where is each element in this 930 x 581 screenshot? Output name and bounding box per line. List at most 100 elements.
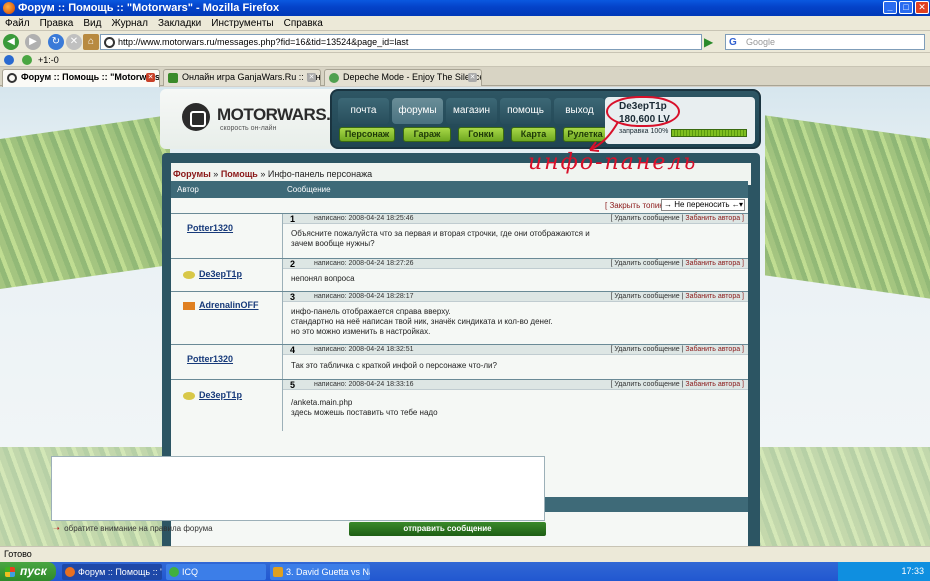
forward-icon[interactable]: ▶ [25, 34, 41, 50]
url-text: http://www.motorwars.ru/messages.php?fid… [118, 37, 409, 47]
topic-tools: [ Закрыть топик ] → Не переносить ← ▾ [171, 198, 748, 213]
bookmarks-toolbar: +1:-0 [0, 53, 930, 67]
taskbar-item-firefox[interactable]: Форум :: Помощь :: "M... [62, 564, 162, 580]
windows-taskbar: пуск Форум :: Помощь :: "M... ICQ 3. Dav… [0, 562, 930, 581]
post-row: AdrenalinOFF 3 написано: 2008-04-24 18:28… [171, 291, 748, 344]
table-header: Автор Сообщение [171, 181, 748, 198]
post-author-cell: De3epT1p [171, 380, 283, 431]
post-author-link[interactable]: Potter1320 [187, 354, 233, 364]
forum-rules-text: обратите внимание на правила форума [64, 524, 213, 533]
post-line: но это можно изменить в настройках. [291, 327, 431, 336]
ban-author-link[interactable]: Забанить автора ] [685, 381, 744, 388]
menu-bar: Файл Правка Вид Журнал Закладки Инструменты Сп… [0, 16, 930, 31]
back-icon[interactable]: ◀ [3, 34, 19, 50]
post-header: 5 написано: 2008-04-24 18:33:16 [ Удалить … [283, 380, 748, 390]
post-author-link[interactable]: AdrenalinOFF [199, 300, 259, 310]
forum-posts-table: Автор Сообщение [ Закрыть топик ] → Не п… [171, 181, 748, 431]
ban-author-link[interactable]: Забанить автора ] [685, 215, 744, 222]
delete-post-link[interactable]: [ Удалить сообщение [611, 381, 680, 388]
ban-author-link[interactable]: Забанить автора ] [685, 346, 744, 353]
menu-file[interactable]: Файл [0, 16, 35, 31]
post-actions: [ Удалить сообщение | Забанить автора ] [610, 215, 745, 222]
close-button[interactable]: ✕ [915, 1, 929, 14]
breadcrumb-forums-link[interactable]: Форумы [173, 169, 211, 179]
tab-forum[interactable]: Форум :: Помощь :: "Motorwars" ✕ [2, 69, 160, 87]
post-line: непонял вопроса [291, 274, 355, 283]
search-input[interactable]: G Google [725, 34, 925, 50]
tab-ganjawars[interactable]: Онлайн игра GanjaWars.Ru :: Гандюба... ✕ [163, 69, 321, 86]
nav-shop-button[interactable]: магазин [446, 98, 497, 124]
home-icon[interactable]: ⌂ [83, 34, 99, 50]
delete-post-link[interactable]: [ Удалить сообщение [611, 260, 680, 267]
close-topic-link[interactable]: [ Закрыть топик ] [605, 201, 667, 210]
post-message: непонял вопроса [291, 274, 355, 284]
tab-close-icon[interactable]: ✕ [468, 73, 477, 82]
delete-post-link[interactable]: [ Удалить сообщение [611, 346, 680, 353]
move-topic-select[interactable]: → Не переносить ← ▾ [661, 199, 745, 211]
nav-forums-button[interactable]: форумы [392, 98, 443, 124]
header-message: Сообщение [287, 185, 331, 194]
nav-help-button[interactable]: помощь [500, 98, 551, 124]
ban-author-link[interactable]: Забанить автора ] [685, 293, 744, 300]
tab-favicon-icon [168, 73, 178, 83]
stop-icon[interactable]: ✕ [66, 34, 82, 50]
go-icon[interactable]: ▶ [704, 34, 718, 50]
maximize-button[interactable]: □ [899, 1, 913, 14]
menu-help[interactable]: Справка [279, 16, 328, 31]
nav-mail-button[interactable]: почта [338, 98, 389, 124]
delete-post-link[interactable]: [ Удалить сообщение [611, 293, 680, 300]
start-button[interactable]: пуск [0, 562, 56, 581]
nav-garage-button[interactable]: Гараж [403, 127, 451, 142]
post-line: зачем вообще нужны? [291, 239, 375, 248]
post-header: 1 написано: 2008-04-24 18:25:46 [ Удалить … [283, 214, 748, 224]
nav-map-button[interactable]: Карта [511, 127, 556, 142]
menu-bookmarks[interactable]: Закладки [153, 16, 206, 31]
post-author-cell: De3epT1p [171, 259, 283, 291]
message-textarea[interactable] [51, 456, 545, 521]
fuel-bar [671, 129, 747, 137]
send-message-button[interactable]: отправить сообщение [349, 522, 546, 536]
tab-close-icon[interactable]: ✕ [307, 73, 316, 82]
taskbar-item-player[interactable]: 3. David Guetta vs Nari... [270, 564, 370, 580]
breadcrumb-help-link[interactable]: Помощь [221, 169, 258, 179]
taskbar-item-icq[interactable]: ICQ [166, 564, 266, 580]
menu-view[interactable]: Вид [78, 16, 106, 31]
ban-author-link[interactable]: Забанить автора ] [685, 260, 744, 267]
post-actions: [ Удалить сообщение | Забанить автора ] [610, 381, 745, 388]
reload-icon[interactable]: ↻ [48, 34, 64, 50]
chevron-down-icon: ▾ [738, 200, 743, 209]
nav-character-button[interactable]: Персонаж [339, 127, 395, 142]
window-title-bar[interactable]: Форум :: Помощь :: "Motorwars" - Mozilla… [0, 0, 930, 16]
url-bar[interactable]: http://www.motorwars.ru/messages.php?fid… [100, 34, 702, 50]
addon-icon[interactable] [22, 55, 32, 65]
taskbar-label: ICQ [182, 567, 199, 577]
move-topic-value: → Не переносить ← [664, 200, 740, 209]
minimize-button[interactable]: _ [883, 1, 897, 14]
menu-edit[interactable]: Правка [35, 16, 79, 31]
post-actions: [ Удалить сообщение | Забанить автора ] [610, 293, 745, 300]
post-author-link[interactable]: Potter1320 [187, 223, 233, 233]
post-header: 3 написано: 2008-04-24 18:28:17 [ Удалить … [283, 292, 748, 302]
forum-rules-link[interactable]: ➝ обратите внимание на правила форума [53, 524, 213, 533]
icq-icon [169, 567, 179, 577]
menu-tools[interactable]: Инструменты [206, 16, 278, 31]
fuel-label: заправка 100% [619, 128, 669, 135]
decorative-grass-left [0, 115, 170, 289]
breadcrumb-topic: Инфо-панель персонажа [267, 169, 373, 179]
post-line: Объясните пожалуйста что за первая и вто… [291, 229, 590, 238]
decorative-grass-right [765, 115, 930, 299]
post-date: написано: 2008-04-24 18:33:16 [314, 381, 414, 388]
delete-post-link[interactable]: [ Удалить сообщение [611, 215, 680, 222]
tab-label: Онлайн игра GanjaWars.Ru :: Гандюба... [182, 72, 320, 82]
post-author-link[interactable]: De3epT1p [199, 390, 242, 400]
menu-history[interactable]: Журнал [106, 16, 153, 31]
status-text: Готово [4, 549, 32, 559]
post-line: здесь можешь поставить что тебе надо [291, 408, 438, 417]
tab-depeche-mode[interactable]: Depeche Mode - Enjoy The Silence [Vin...… [324, 69, 482, 86]
nav-races-button[interactable]: Гонки [458, 127, 504, 142]
bookmark-icon[interactable] [4, 55, 14, 65]
post-author-link[interactable]: De3epT1p [199, 269, 242, 279]
post-date: написано: 2008-04-24 18:27:26 [314, 260, 414, 267]
addon-label[interactable]: +1:-0 [38, 53, 59, 67]
tab-close-icon[interactable]: ✕ [146, 73, 155, 82]
